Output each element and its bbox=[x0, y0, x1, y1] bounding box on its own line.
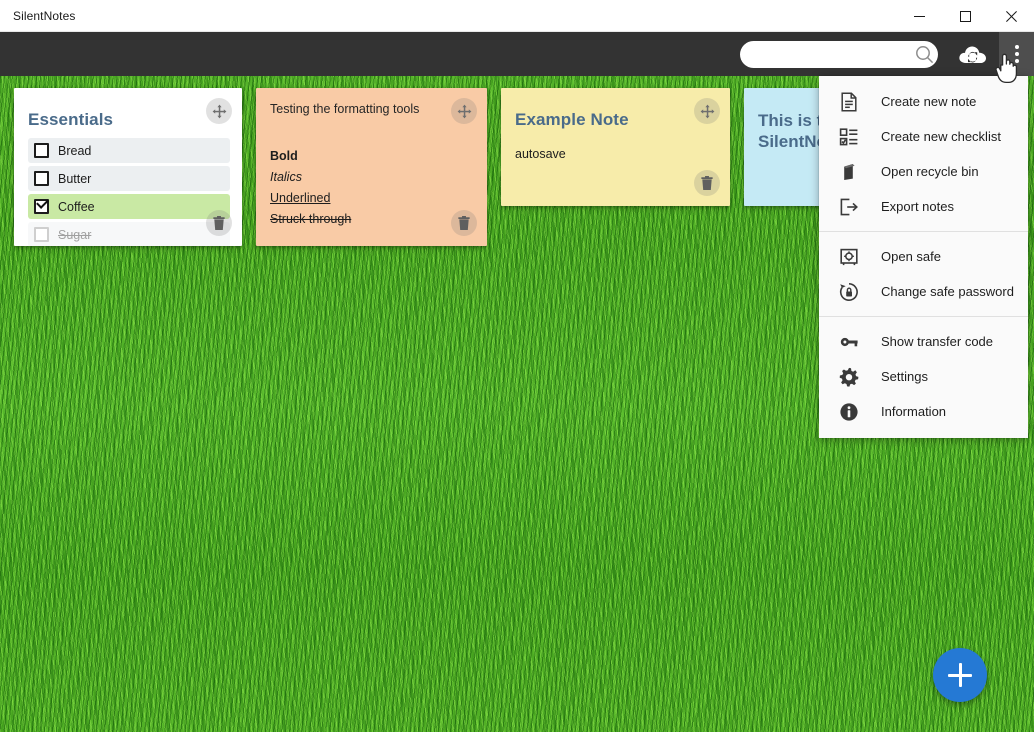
more-vertical-icon bbox=[1014, 45, 1019, 63]
list-item[interactable]: Bread bbox=[28, 138, 230, 163]
overflow-menu-button[interactable] bbox=[999, 32, 1034, 76]
window-controls bbox=[896, 0, 1034, 32]
menu-divider bbox=[819, 231, 1028, 232]
menu-item-open-recycle-bin[interactable]: Open recycle bin bbox=[819, 154, 1028, 189]
menu-item-label: Settings bbox=[881, 369, 928, 384]
move-handle-icon[interactable] bbox=[451, 98, 477, 124]
list-item-label: Sugar bbox=[58, 227, 92, 242]
title-bar: SilentNotes bbox=[0, 0, 1034, 32]
menu-item-label: Information bbox=[881, 404, 947, 419]
menu-item-create-new-note[interactable]: Create new note bbox=[819, 84, 1028, 119]
sync-button[interactable] bbox=[956, 40, 990, 70]
list-item[interactable]: Butter bbox=[28, 166, 230, 191]
window-title: SilentNotes bbox=[13, 8, 76, 23]
list-item-label: Coffee bbox=[58, 199, 95, 214]
document-icon bbox=[838, 91, 860, 113]
recycle-bin-icon bbox=[838, 161, 860, 183]
checklist: Bread Butter Coffee Sugar bbox=[28, 138, 230, 246]
note-line-italic: Italics bbox=[270, 170, 302, 184]
info-icon bbox=[838, 401, 860, 423]
menu-item-label: Create new note bbox=[881, 94, 977, 109]
gear-icon bbox=[838, 366, 860, 388]
menu-item-label: Create new checklist bbox=[881, 129, 1001, 144]
search-icon[interactable] bbox=[913, 41, 936, 68]
minimize-icon bbox=[913, 15, 925, 17]
lock-refresh-icon bbox=[838, 281, 860, 303]
add-note-fab[interactable] bbox=[933, 648, 987, 702]
menu-divider bbox=[819, 316, 1028, 317]
note-line-bold: Bold bbox=[270, 149, 298, 163]
trash-icon[interactable] bbox=[451, 210, 477, 236]
menu-item-create-new-checklist[interactable]: Create new checklist bbox=[819, 119, 1028, 154]
checkbox-unchecked-icon[interactable] bbox=[34, 227, 49, 242]
move-handle-icon[interactable] bbox=[206, 98, 232, 124]
list-item-label: Bread bbox=[58, 143, 92, 158]
note-card-essentials[interactable]: Essentials Bread Butter Coffee Sugar bbox=[14, 88, 242, 246]
menu-item-information[interactable]: Information bbox=[819, 394, 1028, 429]
key-icon bbox=[838, 331, 860, 353]
export-icon bbox=[838, 196, 860, 218]
menu-item-label: Open safe bbox=[881, 249, 941, 264]
move-handle-icon[interactable] bbox=[694, 98, 720, 124]
close-icon bbox=[1005, 10, 1017, 22]
note-body: autosave bbox=[515, 147, 566, 161]
checkbox-unchecked-icon[interactable] bbox=[34, 143, 49, 158]
checkbox-checked-icon[interactable] bbox=[34, 196, 49, 214]
note-line-underline: Underlined bbox=[270, 191, 331, 205]
search-input[interactable] bbox=[740, 41, 913, 68]
search-box[interactable] bbox=[740, 41, 938, 68]
menu-item-open-safe[interactable]: Open safe bbox=[819, 239, 1028, 274]
maximize-icon bbox=[959, 10, 971, 22]
note-title: Essentials bbox=[28, 110, 114, 129]
note-line-strikethrough: Struck through bbox=[270, 212, 352, 226]
note-body: Bold Italics Underlined Struck through bbox=[270, 146, 351, 230]
note-card-example[interactable]: Example Note autosave bbox=[501, 88, 730, 206]
minimize-button[interactable] bbox=[896, 0, 942, 32]
list-item[interactable]: Sugar bbox=[28, 222, 230, 246]
menu-item-label: Change safe password bbox=[881, 284, 1014, 299]
checkbox-unchecked-icon[interactable] bbox=[34, 171, 49, 186]
note-card-formatting[interactable]: Testing the formatting tools Bold Italic… bbox=[256, 88, 487, 246]
menu-item-label: Show transfer code bbox=[881, 334, 994, 349]
app-toolbar bbox=[0, 32, 1034, 76]
list-item[interactable]: Coffee bbox=[28, 194, 230, 219]
list-item-label: Butter bbox=[58, 171, 92, 186]
sync-cloud-icon bbox=[959, 46, 986, 63]
close-button[interactable] bbox=[988, 0, 1034, 32]
app-window: SilentNotes Essentials Bread Butter Coff… bbox=[0, 0, 1034, 732]
maximize-button[interactable] bbox=[942, 0, 988, 32]
checklist-icon bbox=[838, 126, 860, 148]
note-title: Testing the formatting tools bbox=[270, 102, 420, 116]
safe-icon bbox=[838, 246, 860, 268]
menu-item-label: Open recycle bin bbox=[881, 164, 979, 179]
trash-icon[interactable] bbox=[206, 210, 232, 236]
overflow-menu: Create new note Create new checklist Ope… bbox=[819, 76, 1028, 438]
menu-item-label: Export notes bbox=[881, 199, 954, 214]
note-title: Example Note bbox=[515, 110, 629, 129]
menu-item-show-transfer-code[interactable]: Show transfer code bbox=[819, 324, 1028, 359]
trash-icon[interactable] bbox=[694, 170, 720, 196]
menu-item-change-safe-password[interactable]: Change safe password bbox=[819, 274, 1028, 309]
menu-item-export-notes[interactable]: Export notes bbox=[819, 189, 1028, 224]
menu-item-settings[interactable]: Settings bbox=[819, 359, 1028, 394]
